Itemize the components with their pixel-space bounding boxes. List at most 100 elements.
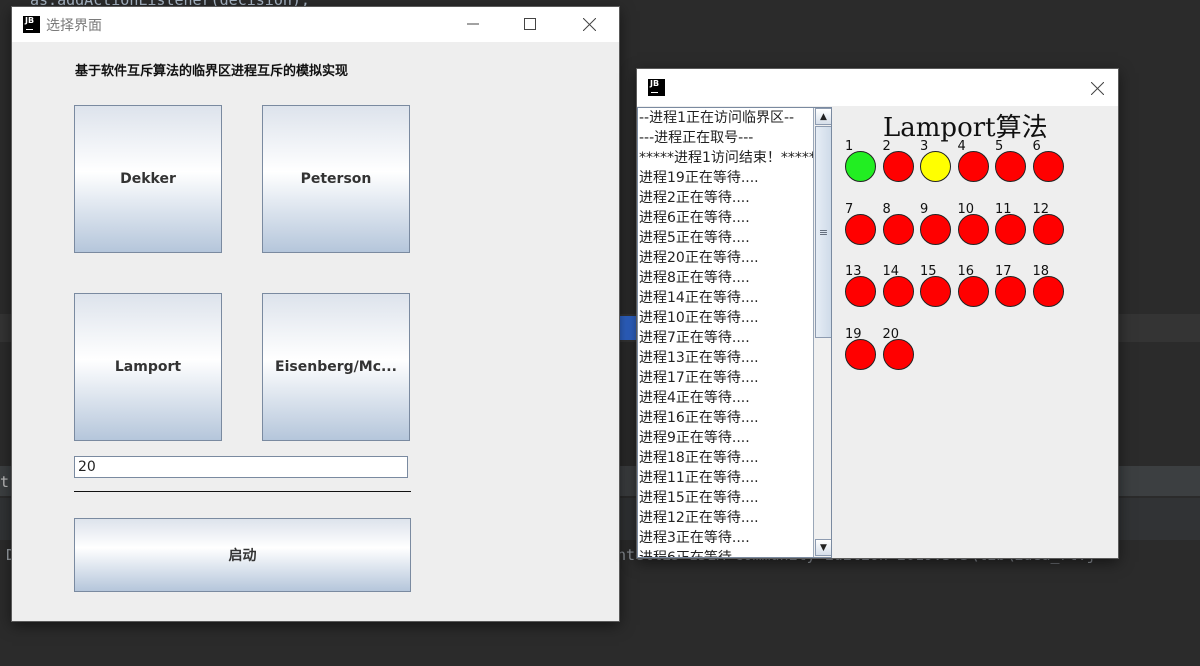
process-indicator: 6 (1032, 139, 1067, 182)
chooser-window: JB 选择界面 基于软件互斥算法的临界区进程互斥的模拟实现 Dekker Pet… (12, 7, 619, 621)
process-indicator: 13 (845, 264, 879, 307)
process-number: 16 (957, 264, 975, 279)
process-number: 12 (1032, 201, 1050, 217)
log-line: 进程5正在等待.... (639, 230, 750, 246)
process-number: 8 (882, 201, 891, 217)
process-status-light (995, 213, 1026, 245)
process-number: 5 (995, 139, 1004, 154)
java-app-icon: JB (648, 79, 665, 96)
minimize-icon[interactable] (458, 11, 488, 37)
dekker-button[interactable]: Dekker (74, 105, 222, 253)
process-number: 9 (920, 201, 929, 217)
scroll-thumb[interactable]: ≡ (815, 126, 831, 338)
simulation-window: JB --进程1正在访问临界区-- ---进程正在取号--- *****进程1访问结… (637, 69, 1118, 558)
minimize-glyph (467, 23, 479, 25)
process-indicator: 3 (920, 139, 954, 182)
process-indicator: 12 (1032, 202, 1067, 245)
log-line: 进程14正在等待.... (639, 290, 759, 306)
simulation-titlebar[interactable]: JB (637, 69, 1118, 106)
process-indicator: 16 (957, 264, 992, 307)
log-line: 进程12正在等待.... (639, 510, 759, 526)
maximize-icon[interactable] (515, 11, 545, 37)
log-line: 进程6正在等待.... (639, 210, 750, 226)
log-line: 进程15正在等待.... (639, 490, 759, 506)
close-icon[interactable] (574, 11, 604, 37)
log-line: 进程10正在等待.... (639, 310, 759, 326)
log-line: 进程2正在等待.... (639, 190, 750, 206)
log-line: 进程11正在等待.... (639, 470, 759, 486)
process-indicator: 14 (882, 264, 917, 307)
log-line: --进程1正在访问临界区-- (639, 110, 795, 126)
process-number: 3 (920, 139, 929, 154)
process-indicator: 1 (845, 139, 879, 182)
process-status-light (845, 213, 876, 245)
log-line: 进程6正在等待.... (638, 548, 814, 557)
process-status-light (1032, 276, 1064, 307)
chooser-window-title: 选择界面 (46, 18, 102, 34)
close-glyph (582, 17, 596, 31)
process-status-light (882, 213, 914, 245)
ide-selection-mark (619, 316, 637, 340)
log-line: 进程16正在等待.... (639, 410, 759, 426)
log-line: 进程13正在等待.... (639, 350, 759, 366)
ide-left-char: t (0, 473, 10, 491)
event-log-lines: --进程1正在访问临界区-- ---进程正在取号--- *****进程1访问结束！*… (638, 108, 814, 557)
process-indicator: 5 (995, 139, 1029, 182)
process-number: 13 (845, 264, 862, 279)
process-status-light (1032, 213, 1064, 245)
process-status-light (995, 276, 1026, 307)
process-number: 1 (845, 139, 854, 154)
log-line: 进程9正在等待.... (639, 430, 750, 446)
chooser-titlebar[interactable]: JB 选择界面 (12, 7, 619, 42)
process-status-light (845, 151, 876, 182)
scroll-up-arrow-icon[interactable]: ▲ (815, 108, 831, 125)
page-heading: 基于软件互斥算法的临界区进程互斥的模拟实现 (75, 64, 349, 79)
separator-line (74, 491, 411, 492)
start-button[interactable]: 启动 (74, 518, 411, 592)
close-glyph (1090, 81, 1104, 95)
process-status-light (845, 276, 876, 307)
peterson-button[interactable]: Peterson (262, 105, 410, 253)
process-status-light (882, 338, 914, 370)
process-indicator: 20 (882, 327, 917, 370)
eisenberg-button[interactable]: Eisenberg/Mc... (262, 293, 410, 441)
process-indicator: 11 (995, 202, 1029, 245)
process-status-light (845, 338, 876, 370)
process-status-light (995, 151, 1026, 182)
process-status-light (957, 276, 989, 307)
process-status-light (1032, 151, 1064, 182)
log-line: 进程18正在等待.... (639, 450, 759, 466)
process-status-light (957, 213, 989, 245)
log-line: 进程8正在等待.... (639, 270, 750, 286)
log-line: 进程17正在等待.... (639, 370, 759, 386)
process-number: 15 (920, 264, 937, 279)
process-indicator: 15 (920, 264, 954, 307)
process-status-light (920, 151, 951, 182)
process-indicator: 2 (882, 139, 917, 182)
log-line: 进程19正在等待.... (639, 170, 759, 186)
process-indicator: 8 (882, 202, 917, 245)
log-line: 进程20正在等待.... (639, 250, 759, 266)
process-number: 10 (957, 201, 975, 217)
process-status-light (920, 276, 951, 307)
process-status-light (882, 276, 914, 307)
process-number: 4 (957, 139, 966, 154)
process-status-light (957, 151, 989, 182)
process-indicator: 4 (957, 139, 992, 182)
log-line: ---进程正在取号--- (639, 130, 754, 146)
scroll-down-arrow-icon[interactable]: ▼ (815, 539, 831, 556)
log-line: *****进程1访问结束！***** (639, 150, 814, 166)
process-indicator: 19 (845, 327, 879, 370)
lamport-button[interactable]: Lamport (74, 293, 222, 441)
log-line: 进程3正在等待.... (639, 530, 750, 546)
event-log[interactable]: --进程1正在访问临界区-- ---进程正在取号--- *****进程1访问结束！*… (637, 107, 832, 558)
java-app-icon: JB (23, 16, 40, 33)
process-count-input[interactable] (74, 456, 408, 478)
process-indicator: 10 (957, 202, 992, 245)
process-number: 2 (882, 139, 891, 154)
process-indicator: 9 (920, 202, 954, 245)
log-scrollbar[interactable]: ▲ ≡ ▼ (813, 108, 831, 557)
process-indicator: 17 (995, 264, 1029, 307)
process-status-light (920, 213, 951, 245)
close-icon[interactable] (1082, 75, 1112, 101)
